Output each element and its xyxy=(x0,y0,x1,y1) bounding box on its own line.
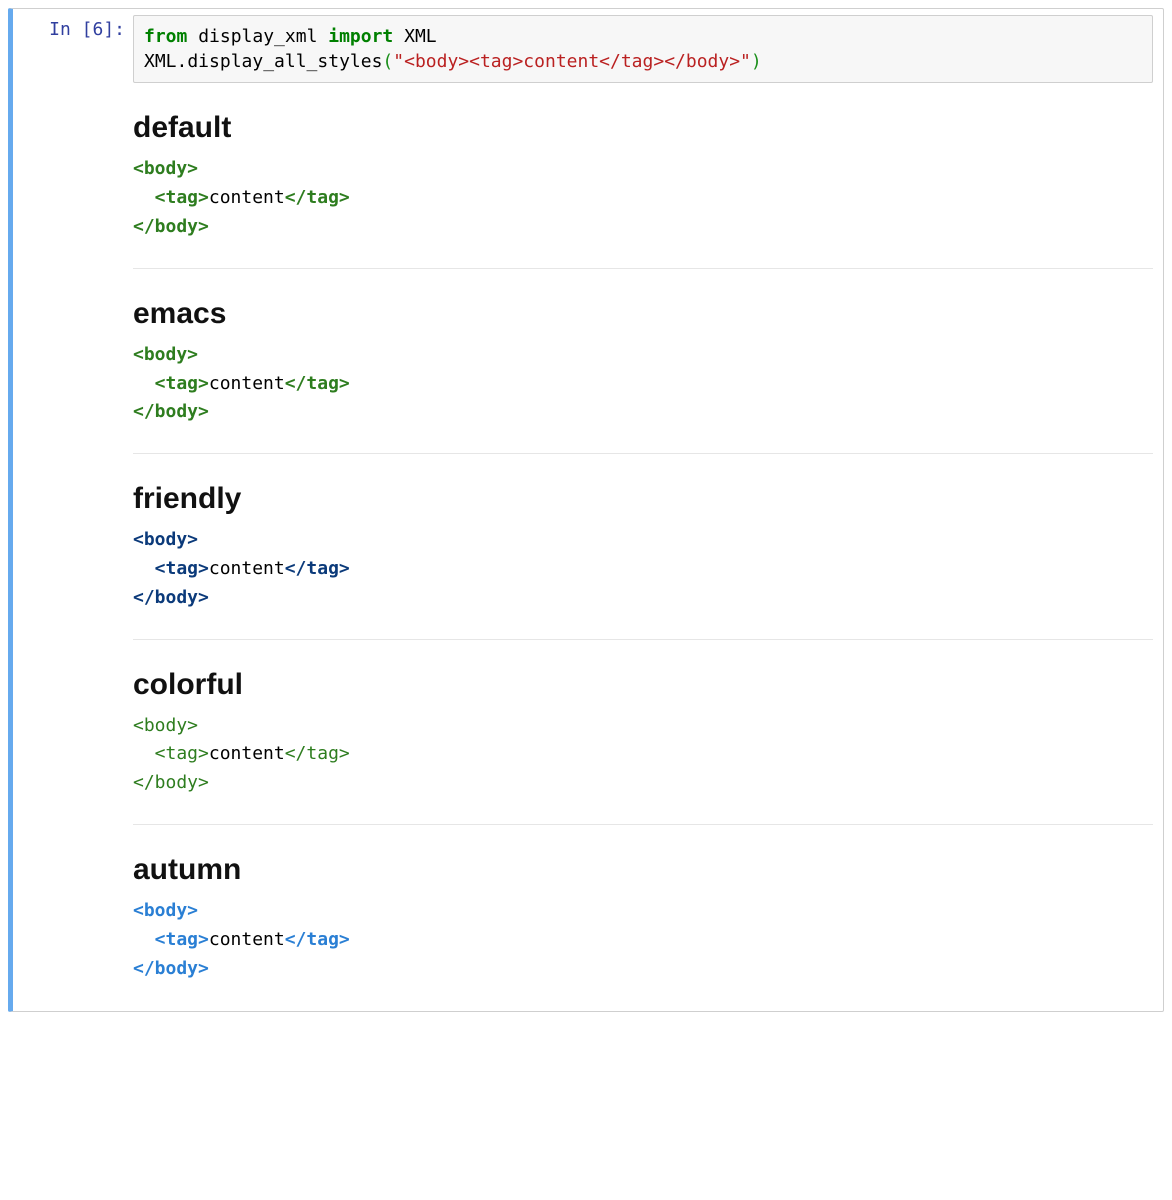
body-close-tag: </body> xyxy=(133,772,209,793)
tag-content: content xyxy=(209,373,285,394)
xml-output: <body> <tag>content</tag> </body> xyxy=(133,897,1153,983)
body-open-tag: <body> xyxy=(133,715,198,736)
paren-open: ( xyxy=(382,51,393,72)
class-name: XML xyxy=(393,26,436,47)
body-open-tag: <body> xyxy=(133,344,198,365)
module-name: display_xml xyxy=(187,26,328,47)
body-close-tag: </body> xyxy=(133,958,209,979)
style-title: colorful xyxy=(133,668,1153,702)
style-block-default: default <body> <tag>content</tag> </body> xyxy=(133,111,1153,268)
output-area: default<body> <tag>content</tag> </body>… xyxy=(133,111,1163,991)
tag-open: <tag> xyxy=(155,187,209,208)
notebook-cell: In [6]: from display_xml import XML XML.… xyxy=(8,8,1164,1012)
tag-close: </tag> xyxy=(285,558,350,579)
body-open-tag: <body> xyxy=(133,900,198,921)
body-open-tag: <body> xyxy=(133,158,198,179)
body-close-tag: </body> xyxy=(133,216,209,237)
tag-open: <tag> xyxy=(155,373,209,394)
tag-content: content xyxy=(209,743,285,764)
xml-output: <body> <tag>content</tag> </body> xyxy=(133,712,1153,798)
keyword-from: from xyxy=(144,26,187,47)
body-close-tag: </body> xyxy=(133,587,209,608)
style-block-autumn: autumn <body> <tag>content</tag> </body> xyxy=(133,853,1153,991)
style-title: autumn xyxy=(133,853,1153,887)
xml-output: <body> <tag>content</tag> </body> xyxy=(133,341,1153,427)
string-literal: "<body><tag>content</tag></body>" xyxy=(393,51,751,72)
paren-close: ) xyxy=(751,51,762,72)
input-prompt: In [6]: xyxy=(13,9,133,1011)
code-input[interactable]: from display_xml import XML XML.display_… xyxy=(133,15,1153,83)
style-title: friendly xyxy=(133,482,1153,516)
tag-open: <tag> xyxy=(155,929,209,950)
xml-output: <body> <tag>content</tag> </body> xyxy=(133,526,1153,612)
cell-content: from display_xml import XML XML.display_… xyxy=(133,9,1163,1011)
call-prefix: XML.display_all_styles xyxy=(144,51,382,72)
tag-close: </tag> xyxy=(285,373,350,394)
tag-content: content xyxy=(209,187,285,208)
style-title: emacs xyxy=(133,297,1153,331)
body-close-tag: </body> xyxy=(133,401,209,422)
tag-open: <tag> xyxy=(155,558,209,579)
tag-close: </tag> xyxy=(285,187,350,208)
tag-content: content xyxy=(209,558,285,579)
style-block-emacs: emacs <body> <tag>content</tag> </body> xyxy=(133,297,1153,454)
tag-close: </tag> xyxy=(285,929,350,950)
style-block-colorful: colorful <body> <tag>content</tag> </body… xyxy=(133,668,1153,825)
tag-open: <tag> xyxy=(155,743,209,764)
style-title: default xyxy=(133,111,1153,145)
xml-output: <body> <tag>content</tag> </body> xyxy=(133,155,1153,241)
tag-close: </tag> xyxy=(285,743,350,764)
prompt-label: In [6]: xyxy=(49,19,125,40)
tag-content: content xyxy=(209,929,285,950)
body-open-tag: <body> xyxy=(133,529,198,550)
keyword-import: import xyxy=(328,26,393,47)
style-block-friendly: friendly <body> <tag>content</tag> </body… xyxy=(133,482,1153,639)
